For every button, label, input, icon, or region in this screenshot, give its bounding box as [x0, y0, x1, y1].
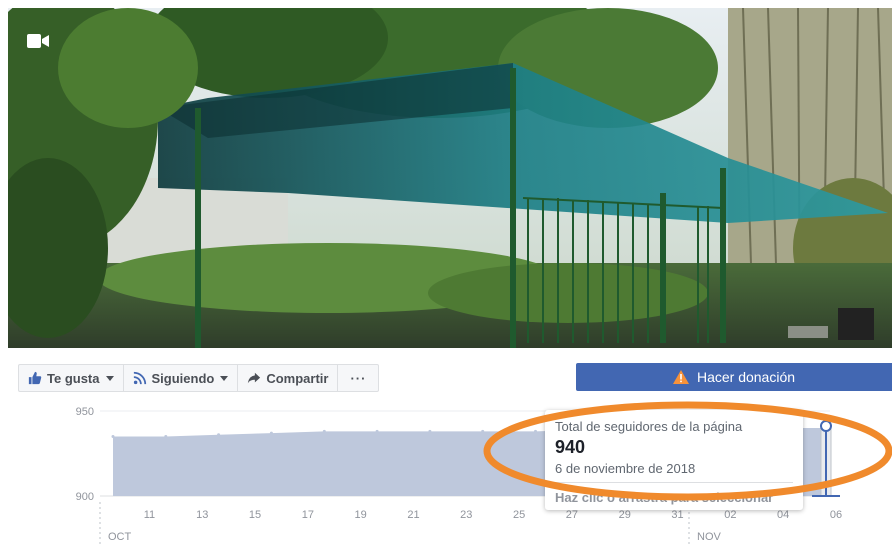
data-point-2018-10-16: [269, 431, 273, 435]
tooltip-label: Total de seguidores de la página: [555, 419, 743, 434]
following-label: Siguiendo: [151, 370, 215, 386]
data-point-2018-10-22: [428, 429, 432, 433]
y-tick-label: 900: [76, 491, 94, 503]
more-button[interactable]: ···: [337, 364, 380, 392]
share-arrow-icon: [248, 372, 261, 384]
data-point-2018-10-18: [322, 429, 326, 433]
data-point-2018-10-26: [534, 429, 537, 433]
page-action-bar: Te gusta Siguiendo Compartir ···: [18, 364, 380, 392]
x-tick-label: 06: [830, 509, 842, 521]
x-tick-label: 17: [302, 509, 314, 521]
x-tick-label: 23: [460, 509, 472, 521]
donate-button[interactable]: Hacer donación: [576, 363, 892, 391]
cover-photo[interactable]: [8, 8, 892, 348]
x-tick-label: 04: [777, 509, 789, 521]
month-label: OCT: [108, 531, 132, 543]
like-button[interactable]: Te gusta: [18, 364, 123, 392]
y-tick-label: 950: [76, 406, 94, 418]
rss-icon: [133, 371, 146, 385]
tooltip-value: 940: [555, 437, 586, 457]
x-tick-label: 19: [355, 509, 367, 521]
chevron-down-icon: [220, 375, 229, 381]
data-point-2018-10-10: [111, 435, 115, 438]
video-camera-icon[interactable]: [26, 32, 50, 50]
data-point-2018-10-14: [217, 433, 221, 437]
x-tick-label: 27: [566, 509, 578, 521]
x-tick-label: 31: [671, 509, 683, 521]
donate-label: Hacer donación: [696, 369, 796, 385]
share-button[interactable]: Compartir: [237, 364, 338, 392]
x-tick-label: 02: [724, 509, 736, 521]
ellipsis-icon: ···: [350, 370, 367, 386]
tooltip-hint: Haz clic o arrastra para seleccionar: [555, 490, 774, 505]
following-button[interactable]: Siguiendo: [122, 364, 238, 392]
selection-handle: [820, 420, 832, 432]
data-point-2018-10-20: [375, 429, 379, 433]
x-tick-label: 21: [407, 509, 419, 521]
chart-tooltip: Total de seguidores de la página 940 6 d…: [545, 410, 803, 510]
chevron-down-icon: [105, 375, 114, 381]
x-tick-label: 15: [249, 509, 261, 521]
like-label: Te gusta: [47, 370, 100, 386]
greenhouse-photo: [8, 8, 892, 348]
warning-triangle-icon: [672, 370, 689, 384]
data-point-2018-10-24: [481, 429, 485, 433]
x-tick-label: 25: [513, 509, 525, 521]
tooltip-date: 6 de noviembre de 2018: [555, 461, 793, 483]
month-label: NOV: [697, 531, 722, 543]
x-tick-label: 11: [144, 509, 155, 521]
thumbs-up-icon: [28, 371, 42, 385]
x-tick-label: 13: [196, 509, 208, 521]
data-point-2018-10-12: [164, 435, 168, 438]
x-tick-label: 29: [619, 509, 631, 521]
share-label: Compartir: [266, 370, 329, 386]
